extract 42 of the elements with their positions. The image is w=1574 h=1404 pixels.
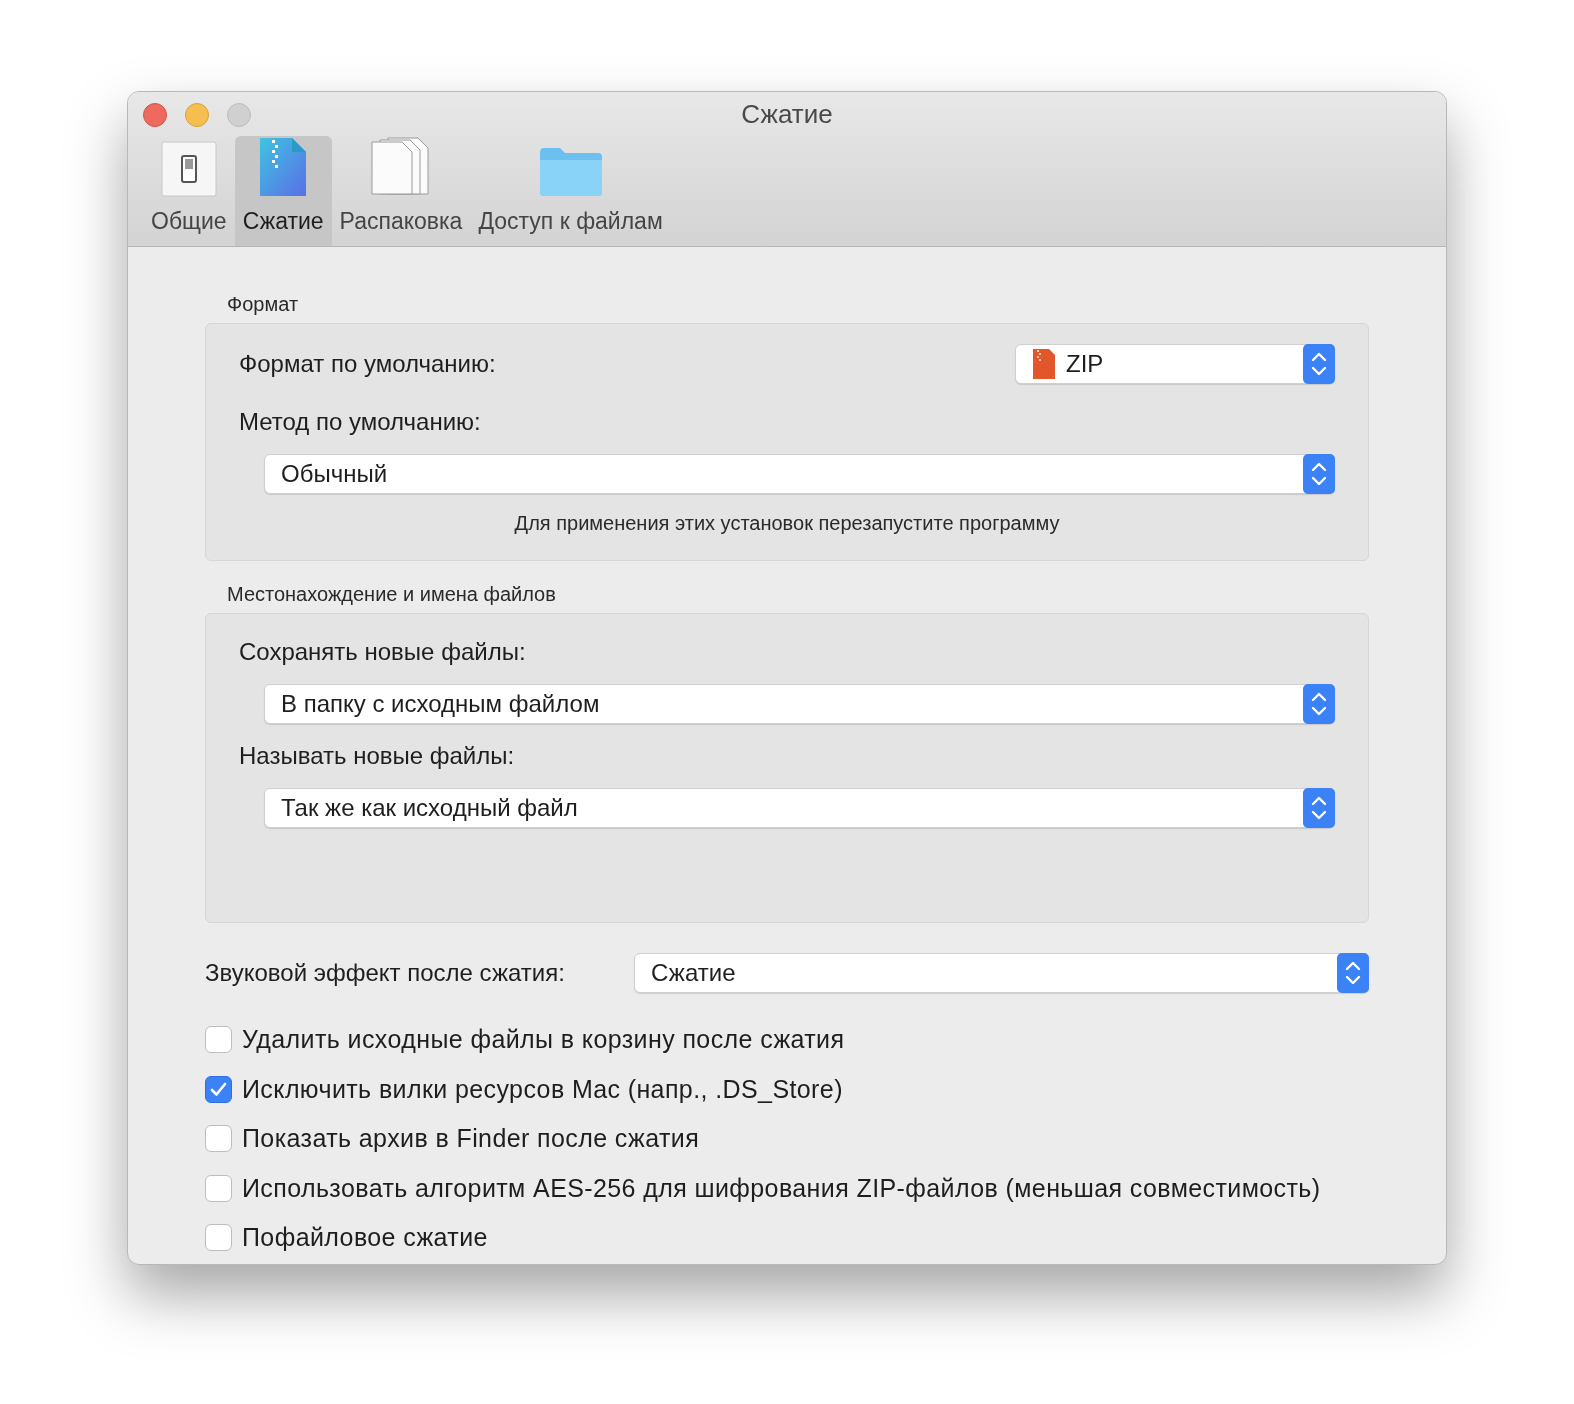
restart-note: Для применения этих установок перезапустите программу (514, 511, 1060, 536)
checkbox-label: Использовать алгоритм AES-256 для шифрования ZIP-файлов (меньшая совместимость) (242, 1172, 1321, 1204)
toolbar-tab[interactable]: Доступ к файлам (470, 136, 671, 246)
checkbox[interactable] (205, 1224, 232, 1252)
folder-icon (537, 145, 604, 198)
group-title: Местонахождение и имена файлов (227, 582, 557, 607)
checkbox-label: Удалить исходные файлы в корзину после сжатия (242, 1024, 845, 1055)
toolbar-tab[interactable]: Распаковка (331, 136, 471, 246)
zoom-button[interactable] (227, 103, 251, 127)
minimize-button[interactable] (185, 103, 209, 127)
switch-icon (159, 139, 218, 198)
popup-button[interactable]: Обычный (264, 454, 1335, 494)
popup-button[interactable]: В папку с исходным файлом (264, 684, 1335, 724)
field-label: Звуковой эффект после сжатия: (205, 958, 565, 988)
documents-icon (370, 135, 432, 198)
toolbar-tab[interactable]: Сжатие (234, 136, 332, 246)
field-label: Называть новые файлы: (239, 741, 516, 771)
field-label: Формат по умолчанию: (239, 349, 496, 379)
checkbox-label: Исключить вилки ресурсов Mac (напр., .DS_Store) (242, 1073, 843, 1105)
zipped-file-icon (258, 135, 309, 198)
group-title: Формат (227, 292, 300, 317)
checkbox[interactable] (205, 1174, 232, 1202)
field-label: Метод по умолчанию: (239, 407, 482, 437)
checkbox[interactable] (205, 1075, 232, 1103)
up-down-chevron-icon (1337, 953, 1369, 993)
window-title: Сжатие (741, 97, 833, 131)
up-down-chevron-icon (1303, 684, 1335, 724)
checkmark-icon (210, 1081, 227, 1097)
zipped-file-icon (1032, 348, 1056, 380)
toolbar-tab[interactable]: Общие (143, 136, 235, 246)
up-down-chevron-icon (1303, 344, 1335, 384)
checkbox-label: Показать архив в Finder после сжатия (242, 1123, 700, 1154)
close-button[interactable] (143, 103, 167, 127)
up-down-chevron-icon (1303, 454, 1335, 494)
up-down-chevron-icon (1303, 788, 1335, 828)
popup-button[interactable]: ZIP (1015, 344, 1335, 384)
field-label: Сохранять новые файлы: (239, 637, 527, 667)
checkbox[interactable] (205, 1125, 232, 1153)
popup-button[interactable]: Сжатие (634, 953, 1369, 993)
popup-button[interactable]: Так же как исходный файл (264, 788, 1335, 828)
checkbox[interactable] (205, 1026, 232, 1054)
checkbox-label: Пофайловое сжатие (242, 1222, 488, 1253)
